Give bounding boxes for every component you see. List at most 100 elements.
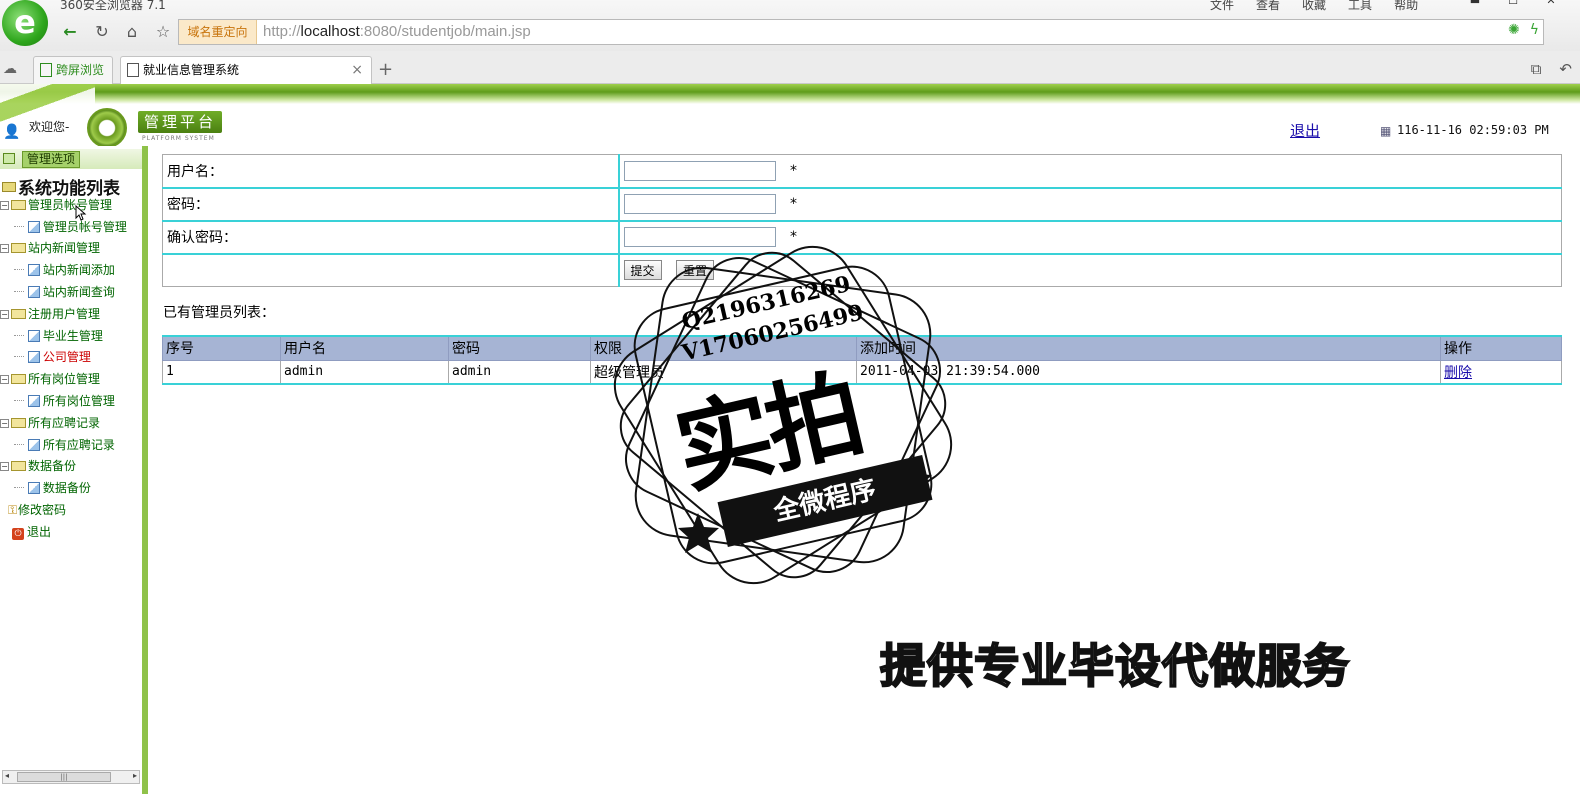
tree-item-admin-account[interactable]: 管理员帐号管理: [14, 217, 127, 237]
url-text[interactable]: http://localhost:8080/studentjob/main.js…: [263, 20, 531, 44]
tree-group-users[interactable]: − 注册用户管理: [0, 304, 100, 324]
table-row: 1 admin admin 超级管理员 2011-04-03 21:39:54.…: [162, 359, 1562, 385]
cell-username: admin: [280, 359, 449, 385]
page-icon: [127, 63, 139, 77]
cell-added-time: 2011-04-03 21:39:54.000: [856, 359, 1441, 385]
sidebar-header: 管理选项: [0, 149, 142, 169]
cloud-icon[interactable]: ☁: [3, 61, 17, 77]
tree-group-news[interactable]: − 站内新闻管理: [0, 238, 100, 258]
platform-subtitle: PLATFORM SYSTEM: [142, 135, 215, 142]
tree-group-jobs[interactable]: − 所有岗位管理: [0, 369, 100, 389]
folder-icon: [11, 418, 26, 428]
tree-item-companies[interactable]: 公司管理: [14, 347, 91, 367]
domain-redirect-tag[interactable]: 域名重定向: [179, 20, 257, 44]
cell-password: admin: [448, 359, 591, 385]
tree-item-graduates[interactable]: 毕业生管理: [14, 326, 103, 346]
tab-row-tools: ⧉ ↶: [1531, 60, 1572, 78]
username-input[interactable]: [623, 160, 776, 181]
empty-cell: [162, 252, 619, 287]
edit-page-icon: [27, 439, 40, 451]
collapse-icon[interactable]: −: [0, 462, 9, 471]
user-icon: 👤: [3, 124, 21, 140]
watermark-slogan: 提供专业毕设代做服务: [879, 638, 1350, 694]
key-icon: ⚿: [8, 503, 18, 517]
security-check-icon[interactable]: ✺: [1508, 22, 1520, 38]
tree-group-admin[interactable]: − 管理员帐号管理: [0, 195, 112, 215]
password-cell: *: [617, 186, 1562, 221]
scroll-left-icon[interactable]: ◂: [5, 771, 9, 780]
edit-page-icon: [27, 482, 40, 494]
confirm-password-input[interactable]: [623, 227, 776, 247]
confirm-password-cell: *: [617, 219, 1562, 254]
collapse-icon[interactable]: −: [0, 310, 9, 319]
browser-logo-icon: e: [2, 0, 48, 46]
edit-page-icon: [27, 330, 40, 342]
confirm-password-label: 确认密码：: [162, 219, 619, 254]
tree-item-news-query[interactable]: 站内新闻查询: [14, 282, 115, 302]
favorite-star-icon[interactable]: ☆: [151, 20, 175, 44]
grid-icon: [3, 153, 15, 164]
tree-item-applications[interactable]: 所有应聘记录: [14, 435, 115, 455]
required-mark: *: [789, 196, 797, 212]
new-tab-plus-icon[interactable]: +: [378, 59, 393, 80]
password-input[interactable]: [623, 194, 776, 214]
browser-menu: 文件 查看 收藏 工具 帮助: [1210, 0, 1418, 13]
scroll-right-icon[interactable]: ▸: [133, 771, 137, 780]
logout-link[interactable]: 退出: [1290, 120, 1320, 141]
tab-job-system[interactable]: 就业信息管理系统 ×: [120, 56, 372, 85]
tree-item-change-password[interactable]: ⚿修改密码: [8, 500, 66, 520]
speed-mode-icon[interactable]: ϟ: [1530, 22, 1539, 38]
edit-page-icon: [27, 395, 40, 407]
sidebar-header-label: 管理选项: [22, 151, 81, 168]
folder-icon: [2, 182, 16, 192]
address-bar[interactable]: 域名重定向 http://localhost:8080/studentjob/m…: [178, 19, 1544, 45]
edit-page-icon: [27, 221, 40, 233]
menu-file[interactable]: 文件: [1210, 0, 1234, 13]
menu-favorites[interactable]: 收藏: [1302, 0, 1326, 13]
browser-title: 360安全浏览器 7.1: [60, 0, 166, 12]
folder-icon: [11, 461, 26, 471]
tree-item-backup[interactable]: 数据备份: [14, 478, 91, 498]
delete-link[interactable]: 删除: [1444, 365, 1472, 381]
home-icon[interactable]: ⌂: [120, 20, 144, 44]
required-mark: *: [789, 229, 797, 245]
menu-tools[interactable]: 工具: [1348, 0, 1372, 13]
reset-button[interactable]: 重置: [675, 260, 714, 281]
close-window-icon[interactable]: ✕: [1532, 0, 1570, 8]
clock-text: 116-11-16 02:59:03 PM: [1397, 123, 1549, 137]
folder-icon: [11, 243, 26, 253]
tree-group-applications[interactable]: − 所有应聘记录: [0, 413, 100, 433]
refresh-icon[interactable]: ↻: [90, 20, 114, 44]
tree-group-backup[interactable]: − 数据备份: [0, 456, 76, 476]
collapse-icon[interactable]: −: [0, 201, 9, 210]
maximize-icon[interactable]: ☐: [1494, 0, 1532, 8]
back-arrow-icon[interactable]: ←: [58, 20, 82, 44]
restore-tabs-icon[interactable]: ⧉: [1531, 60, 1542, 78]
tree-item-news-add[interactable]: 站内新闻添加: [14, 260, 115, 280]
minimize-icon[interactable]: ▬: [1456, 0, 1494, 8]
scroll-thumb[interactable]: |||: [17, 772, 111, 782]
collapse-icon[interactable]: −: [0, 419, 9, 428]
collapse-icon[interactable]: −: [0, 375, 9, 384]
tab-cross-screen[interactable]: 跨屏浏览: [33, 56, 113, 84]
submit-button[interactable]: 提交: [623, 260, 662, 281]
tab-bar: ☁ 跨屏浏览 就业信息管理系统 × + ⧉ ↶: [0, 51, 1580, 85]
folder-icon: [11, 374, 26, 384]
col-index: 序号: [162, 335, 281, 361]
admin-list-table: 序号 用户名 密码 权限 添加时间 操作 1 admin admin 超级管理员…: [162, 335, 1562, 385]
required-mark: *: [789, 162, 797, 179]
cell-action: 删除: [1440, 359, 1562, 385]
folder-icon: [11, 200, 26, 210]
collapse-icon[interactable]: −: [0, 244, 9, 253]
tree-item-jobs[interactable]: 所有岗位管理: [14, 391, 115, 411]
browser-toolbar: e 360安全浏览器 7.1 文件 查看 收藏 工具 帮助 ▬ ☐ ✕ ← ↻ …: [0, 0, 1580, 51]
sidebar: 管理选项 系统功能列表 − 管理员帐号管理 管理员帐号管理 − 站内新闻管理 站内新…: [0, 146, 148, 794]
col-password: 密码: [448, 335, 591, 361]
table-header-row: 序号 用户名 密码 权限 添加时间 操作: [162, 335, 1562, 361]
menu-help[interactable]: 帮助: [1394, 0, 1418, 13]
sidebar-horizontal-scrollbar[interactable]: ◂ ||| ▸: [2, 770, 140, 784]
tree-item-exit[interactable]: ⏻ 退出: [12, 522, 51, 542]
menu-view[interactable]: 查看: [1256, 0, 1280, 13]
undo-close-icon[interactable]: ↶: [1559, 60, 1572, 78]
close-tab-icon[interactable]: ×: [351, 57, 363, 83]
